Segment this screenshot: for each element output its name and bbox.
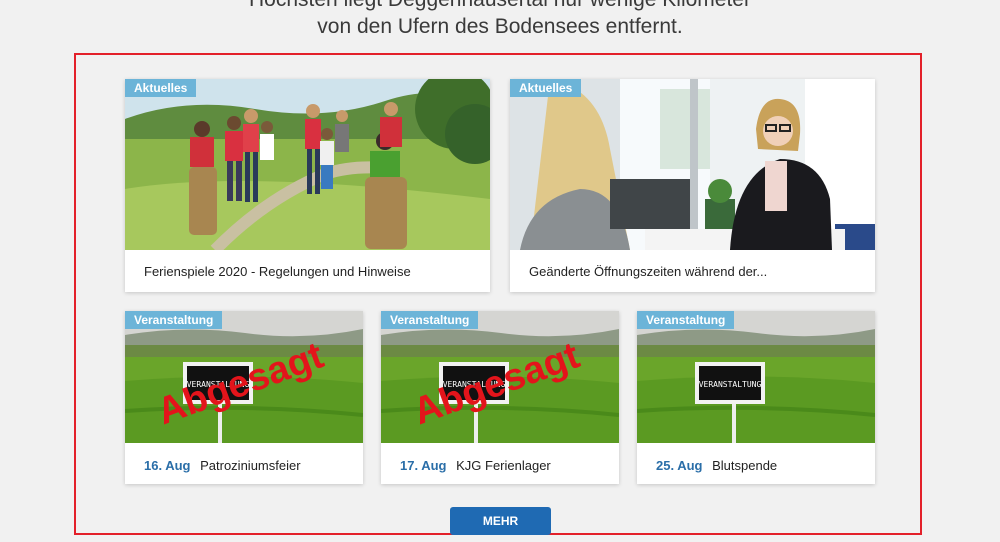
event-image: VERANSTALTUNG Abgesagt Veranstaltung <box>381 311 619 443</box>
more-button[interactable]: MEHR <box>450 507 551 535</box>
intro-line-2: von den Ufern des Bodensees entfernt. <box>317 15 683 38</box>
event-info[interactable]: 16. Aug Patroziniumsfeier <box>144 458 301 473</box>
event-card[interactable]: VERANSTALTUNG Veranstaltung 25. Aug Blut… <box>637 311 875 484</box>
category-badge: Veranstaltung <box>381 311 479 329</box>
intro-line-1: Höchsten liegt Deggenhausertal nur wenig… <box>0 0 1000 13</box>
category-badge: Veranstaltung <box>125 311 223 329</box>
event-title: KJG Ferienlager <box>456 458 551 473</box>
event-card[interactable]: VERANSTALTUNG Abgesagt Veranstaltung 16.… <box>125 311 363 484</box>
category-badge: Veranstaltung <box>637 311 735 329</box>
event-image: VERANSTALTUNG Abgesagt Veranstaltung <box>125 311 363 443</box>
event-title: Patroziniumsfeier <box>200 458 301 473</box>
category-badge: Aktuelles <box>510 79 582 97</box>
news-card[interactable]: Aktuelles Geänderte Öffnungszeiten währe… <box>510 79 875 292</box>
event-info[interactable]: 25. Aug Blutspende <box>656 458 777 473</box>
event-date: 16. Aug <box>144 458 191 473</box>
category-badge: Aktuelles <box>125 79 197 97</box>
sign-label: VERANSTALTUNG <box>699 380 762 389</box>
news-image-office: Aktuelles <box>510 79 875 250</box>
event-image: VERANSTALTUNG Veranstaltung <box>637 311 875 443</box>
intro-text: Höchsten liegt Deggenhausertal nur wenig… <box>0 0 1000 40</box>
event-date: 25. Aug <box>656 458 703 473</box>
event-card[interactable]: VERANSTALTUNG Abgesagt Veranstaltung 17.… <box>381 311 619 484</box>
news-title[interactable]: Ferienspiele 2020 - Regelungen und Hinwe… <box>144 264 411 279</box>
news-card[interactable]: Aktuelles Ferienspiele 2020 - Regelungen… <box>125 79 490 292</box>
event-info[interactable]: 17. Aug KJG Ferienlager <box>400 458 551 473</box>
news-title[interactable]: Geänderte Öffnungszeiten während der... <box>529 264 767 279</box>
news-image-ferienspiele: Aktuelles <box>125 79 490 250</box>
event-title: Blutspende <box>712 458 778 473</box>
event-date: 17. Aug <box>400 458 447 473</box>
